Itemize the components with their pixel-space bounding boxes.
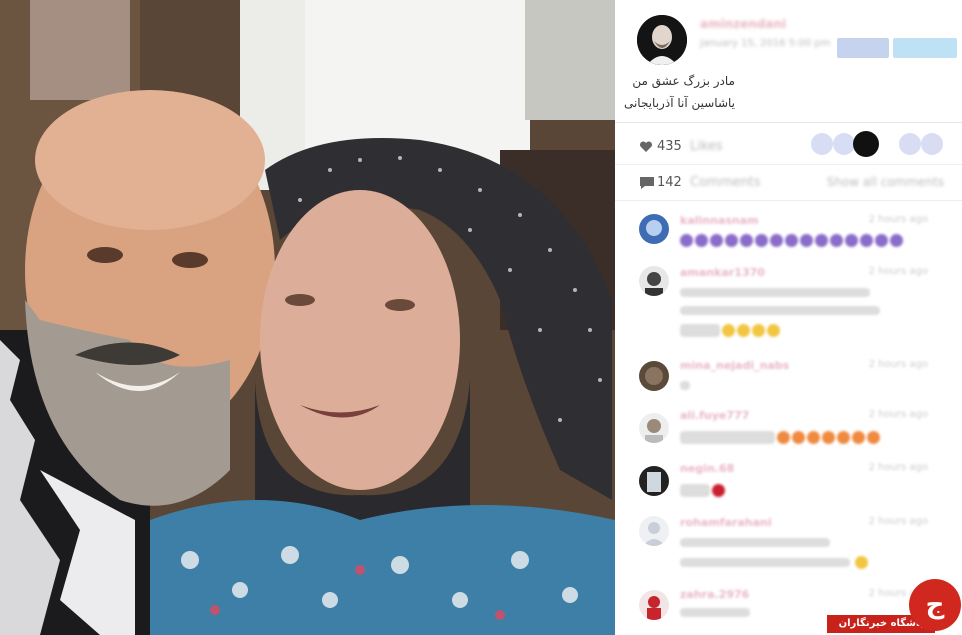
caption-line-1: مادر بزرگ عشق من — [632, 74, 735, 88]
share-twitter-button[interactable] — [893, 38, 957, 58]
comment-avatar[interactable] — [639, 413, 669, 443]
comment-username[interactable]: negin.68 — [680, 462, 734, 475]
comment-emoji-row — [680, 234, 903, 247]
comment-text-line — [680, 608, 750, 617]
comment-text-line — [680, 381, 690, 390]
comment-item: negin.68 2 hours ago — [615, 458, 962, 508]
comment-time: 2 hours ago — [868, 516, 928, 527]
comment-text-line — [680, 288, 870, 297]
comment-emoji-row — [855, 556, 868, 569]
post-caption: مادر بزرگ عشق من یاشاسین آنا آذربایجانی — [615, 70, 735, 114]
heart-icon — [639, 139, 655, 155]
comment-item: mina_nejadi_nabs 2 hours ago — [615, 355, 962, 405]
comment-item: ali.fuye777 2 hours ago — [615, 405, 962, 460]
comment-avatar[interactable] — [639, 214, 669, 244]
comment-avatar[interactable] — [639, 266, 669, 296]
comment-username[interactable]: mina_nejadi_nabs — [680, 359, 789, 372]
comments-count: 142 — [657, 175, 682, 190]
post-date: January 15, 2016 5:00 pm — [700, 38, 831, 49]
watermark-logo-glyph: ج — [909, 579, 961, 631]
comment-username[interactable]: ali.fuye777 — [680, 409, 749, 422]
comments-row: 142 Comments Show all comments — [615, 166, 962, 201]
comment-time: 2 hours ago — [868, 266, 928, 277]
author-username[interactable]: aminzendani — [700, 17, 786, 31]
author-avatar[interactable] — [637, 15, 687, 65]
comment-icon — [639, 175, 655, 191]
comment-username[interactable]: kalinnasnam — [680, 214, 759, 227]
comment-username[interactable]: zahra.2976 — [680, 588, 749, 601]
comment-emoji-row — [680, 431, 880, 444]
photo-image — [0, 0, 615, 635]
comment-username[interactable]: rohamfarahani — [680, 516, 772, 529]
comment-time: 2 hours ago — [868, 359, 928, 370]
comment-item: kalinnasnam 2 hours ago — [615, 210, 962, 260]
likes-row[interactable]: 435 Likes — [615, 130, 962, 165]
watermark-logo: باشگاه خبرنگاران ج — [827, 579, 962, 635]
comment-avatar[interactable] — [639, 516, 669, 546]
likes-count: 435 — [657, 139, 682, 154]
comment-avatar[interactable] — [639, 361, 669, 391]
comment-item: rohamfarahani 2 hours ago — [615, 512, 962, 582]
comment-time: 2 hours ago — [868, 462, 928, 473]
caption-line-2: یاشاسین آنا آذربایجانی — [623, 96, 735, 110]
comments-label: Comments — [690, 175, 761, 190]
comment-avatar[interactable] — [639, 466, 669, 496]
likes-label: Likes — [690, 139, 723, 154]
post-details-panel: aminzendani January 15, 2016 5:00 pm ماد… — [615, 0, 962, 635]
comment-time: 2 hours ago — [868, 409, 928, 420]
author-avatar-image — [637, 15, 687, 65]
comment-emoji-row — [680, 484, 725, 497]
comment-time: 2 hours ago — [868, 214, 928, 225]
comment-emoji-row — [680, 324, 780, 337]
share-facebook-button[interactable] — [837, 38, 889, 58]
comment-avatar[interactable] — [639, 590, 669, 620]
comment-text-line — [680, 538, 830, 547]
show-all-comments-link[interactable]: Show all comments — [827, 175, 944, 189]
post-header: aminzendani January 15, 2016 5:00 pm ماد… — [615, 0, 962, 123]
comment-text-line — [680, 306, 880, 315]
comment-username[interactable]: amankar1370 — [680, 266, 765, 279]
comment-text-line — [680, 558, 850, 567]
post-photo[interactable] — [0, 0, 615, 635]
comment-item: amankar1370 2 hours ago — [615, 262, 962, 352]
